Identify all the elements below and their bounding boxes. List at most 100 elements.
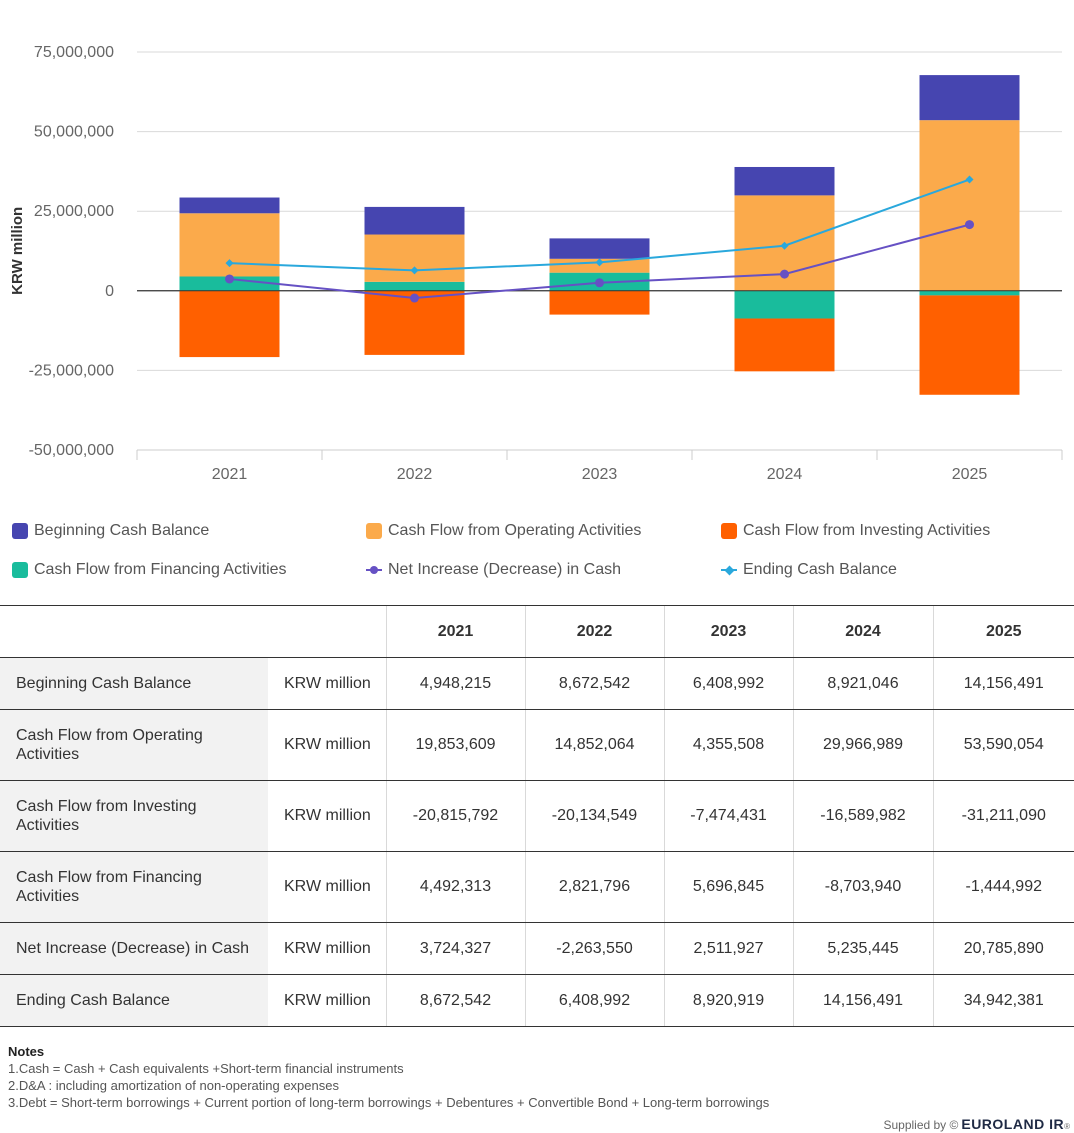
chart-legend: Beginning Cash Balance Cash Flow from Ope… bbox=[0, 512, 1074, 592]
table-cell: 5,235,445 bbox=[792, 922, 933, 975]
legend-item[interactable]: Beginning Cash Balance bbox=[12, 520, 209, 542]
bar-beginning-cash-balance bbox=[919, 75, 1020, 121]
bar-beginning-cash-balance bbox=[549, 238, 650, 259]
table-row: Cash Flow from Operating Activities KRW m… bbox=[0, 709, 1074, 781]
net-increase-point bbox=[410, 293, 419, 303]
legend-swatch bbox=[12, 523, 28, 539]
y-tick-label: 0 bbox=[105, 283, 114, 300]
table-cell: 8,672,542 bbox=[524, 657, 664, 710]
table-cell: -7,474,431 bbox=[663, 780, 793, 852]
net-increase-point bbox=[965, 220, 974, 230]
bar-cash-flow-from-operating-activities bbox=[364, 234, 465, 282]
legend-label: Cash Flow from Operating Activities bbox=[388, 522, 642, 539]
x-tick-label: 2023 bbox=[582, 466, 618, 483]
note-line: 2.D&A : including amortization of non-op… bbox=[8, 1078, 339, 1093]
header-year: 2024 bbox=[792, 605, 933, 658]
legend-label: Beginning Cash Balance bbox=[34, 522, 210, 539]
legend-swatch bbox=[12, 562, 28, 578]
table-cell: 8,920,919 bbox=[663, 974, 793, 1027]
bar-cash-flow-from-investing-activities bbox=[734, 318, 835, 372]
table-cell: -20,815,792 bbox=[385, 780, 525, 852]
table-cell: -8,703,940 bbox=[792, 851, 933, 923]
euroland-logo[interactable]: EUROLAND IR bbox=[961, 1116, 1064, 1132]
cash-flow-chart: 75,000,000 50,000,000 25,000,000 0 -25,000,0… bbox=[9, 44, 1063, 483]
legend-label: Ending Cash Balance bbox=[743, 561, 897, 578]
y-axis-label: KRW million bbox=[9, 207, 26, 295]
row-unit: KRW million bbox=[268, 851, 386, 923]
header-year: 2021 bbox=[385, 605, 525, 658]
table-cell: 34,942,381 bbox=[932, 974, 1074, 1027]
legend-item[interactable]: Cash Flow from Financing Activities bbox=[12, 559, 287, 581]
table-cell: 4,492,313 bbox=[385, 851, 525, 923]
header-year: 2022 bbox=[524, 605, 664, 658]
row-unit: KRW million bbox=[268, 974, 386, 1027]
legend-item[interactable]: Cash Flow from Operating Activities bbox=[366, 520, 641, 542]
row-unit: KRW million bbox=[268, 922, 386, 975]
row-label: Ending Cash Balance bbox=[0, 974, 268, 1027]
row-unit: KRW million bbox=[268, 657, 386, 710]
net-increase-point bbox=[595, 278, 604, 288]
y-tick-label: -50,000,000 bbox=[29, 442, 115, 459]
header-year: 2025 bbox=[932, 605, 1074, 658]
row-label: Beginning Cash Balance bbox=[0, 657, 268, 710]
legend-swatch bbox=[366, 523, 382, 539]
row-label: Net Increase (Decrease) in Cash bbox=[0, 922, 268, 975]
notes-section: Notes 1.Cash = Cash + Cash equivalents +… bbox=[8, 1043, 769, 1111]
net-increase-point bbox=[780, 269, 789, 279]
y-tick-label: 75,000,000 bbox=[34, 44, 114, 61]
table-cell: -20,134,549 bbox=[524, 780, 664, 852]
x-tick-label: 2025 bbox=[952, 466, 988, 483]
cash-flow-table: 2021 2022 2023 2024 2025 Beginning Cash … bbox=[0, 605, 1074, 1027]
table-cell: 14,156,491 bbox=[792, 974, 933, 1027]
table-cell: -1,444,992 bbox=[932, 851, 1074, 923]
x-tick-label: 2022 bbox=[397, 466, 433, 483]
table-cell: 29,966,989 bbox=[792, 709, 933, 781]
table-cell: 8,672,542 bbox=[385, 974, 525, 1027]
table-cell: 6,408,992 bbox=[524, 974, 664, 1027]
table-cell: -31,211,090 bbox=[932, 780, 1074, 852]
table-cell: 4,948,215 bbox=[385, 657, 525, 710]
table-cell: 5,696,845 bbox=[663, 851, 793, 923]
legend-item[interactable]: Ending Cash Balance bbox=[721, 559, 897, 581]
table-cell: -2,263,550 bbox=[524, 922, 664, 975]
bar-beginning-cash-balance bbox=[179, 197, 280, 214]
table-cell: 4,355,508 bbox=[663, 709, 793, 781]
notes-title: Notes bbox=[8, 1044, 45, 1059]
row-label: Cash Flow from Investing Activities bbox=[0, 780, 268, 852]
bar-cash-flow-from-investing-activities bbox=[549, 290, 650, 315]
net-increase-point bbox=[225, 274, 234, 284]
table-cell: 14,852,064 bbox=[524, 709, 664, 781]
x-tick-label: 2024 bbox=[767, 466, 803, 483]
legend-item[interactable]: Cash Flow from Investing Activities bbox=[721, 520, 990, 542]
bar-cash-flow-from-investing-activities bbox=[919, 295, 1020, 395]
table-cell: -16,589,982 bbox=[792, 780, 933, 852]
table-row: Ending Cash Balance KRW million 8,672,542 6… bbox=[0, 974, 1074, 1027]
table-cell: 3,724,327 bbox=[385, 922, 525, 975]
legend-item[interactable]: Net Increase (Decrease) in Cash bbox=[366, 559, 621, 581]
row-label: Cash Flow from Operating Activities bbox=[0, 709, 268, 781]
y-tick-label: 25,000,000 bbox=[34, 203, 114, 220]
table-cell: 20,785,890 bbox=[932, 922, 1074, 975]
bar-cash-flow-from-financing-activities bbox=[364, 281, 465, 291]
x-tick-label: 2021 bbox=[212, 466, 248, 483]
header-year: 2023 bbox=[663, 605, 793, 658]
y-tick-label: -25,000,000 bbox=[29, 362, 115, 379]
legend-label: Cash Flow from Investing Activities bbox=[743, 522, 991, 539]
supplied-by: Supplied by © EUROLAND IR ® bbox=[883, 1116, 1070, 1132]
table-cell: 8,921,046 bbox=[792, 657, 933, 710]
table-row: Cash Flow from Investing Activities KRW m… bbox=[0, 780, 1074, 852]
table-row: Beginning Cash Balance KRW million 4,948,2… bbox=[0, 657, 1074, 710]
registered-mark: ® bbox=[1064, 1122, 1070, 1131]
legend-swatch bbox=[721, 523, 737, 539]
table-row: Net Increase (Decrease) in Cash KRW milli… bbox=[0, 922, 1074, 975]
bar-cash-flow-from-operating-activities bbox=[919, 120, 1020, 291]
table-cell: 53,590,054 bbox=[932, 709, 1074, 781]
legend-label: Net Increase (Decrease) in Cash bbox=[388, 561, 621, 578]
y-tick-label: 50,000,000 bbox=[34, 124, 114, 141]
table-row: Cash Flow from Financing Activities KRW m… bbox=[0, 851, 1074, 923]
supplied-by-text: Supplied by © bbox=[883, 1118, 959, 1132]
bar-cash-flow-from-financing-activities bbox=[919, 290, 1020, 296]
bar-cash-flow-from-investing-activities bbox=[179, 290, 280, 358]
table-cell: 2,511,927 bbox=[663, 922, 793, 975]
table-header-row: 2021 2022 2023 2024 2025 bbox=[0, 605, 1074, 658]
